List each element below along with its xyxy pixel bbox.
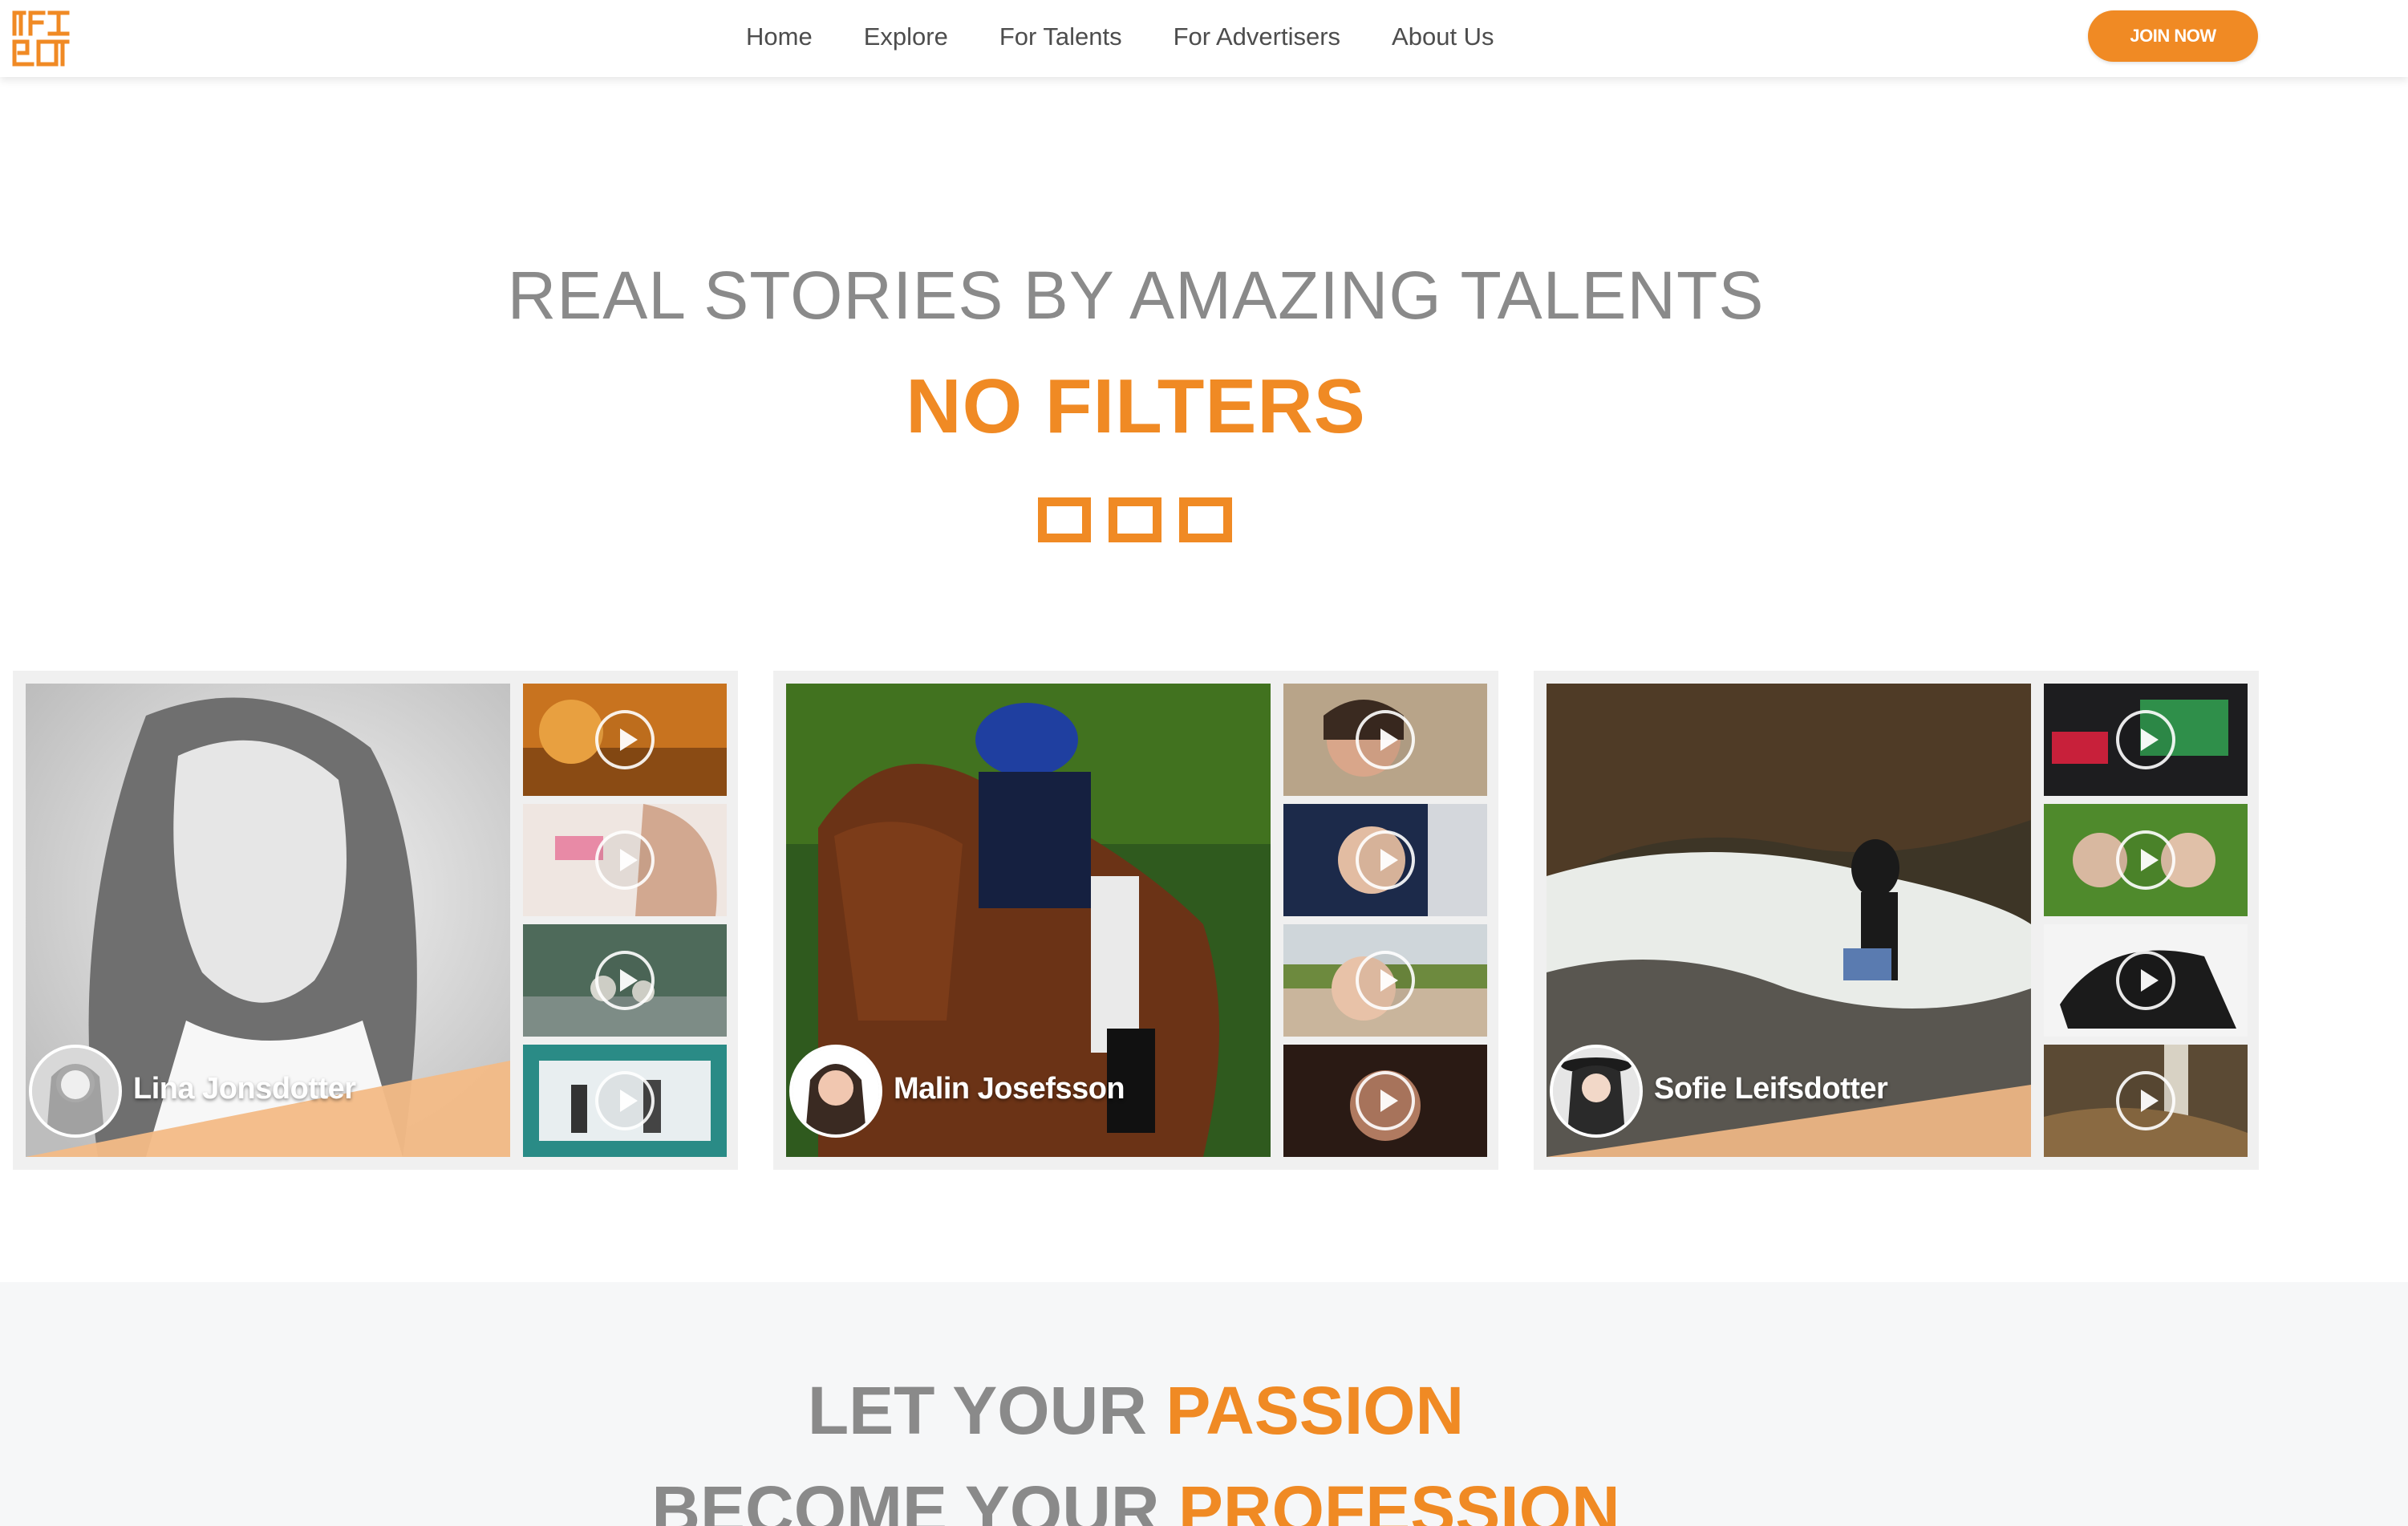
passion-section: LET YOUR PASSION BECOME YOUR PROFESSION: [0, 1282, 2408, 1526]
logo-icon[interactable]: [11, 10, 71, 67]
play-icon[interactable]: [2116, 951, 2175, 1010]
play-icon[interactable]: [2116, 710, 2175, 769]
talent-name[interactable]: Lina Jonsdotter: [133, 1072, 356, 1106]
talent-card[interactable]: Malin Josefsson: [773, 671, 1498, 1170]
nav-explore[interactable]: Explore: [864, 22, 948, 51]
video-thumbnail[interactable]: [2044, 804, 2248, 916]
video-thumbnail[interactable]: [523, 924, 727, 1037]
video-thumbnails: [1283, 684, 1487, 1165]
hero-title: REAL STORIES BY AMAZING TALENTS: [507, 258, 1765, 333]
passion-prefix: LET YOUR: [807, 1373, 1166, 1448]
play-icon[interactable]: [1356, 830, 1415, 890]
square-icon: [1038, 497, 1091, 542]
talent-card[interactable]: Lina Jonsdotter: [13, 671, 738, 1170]
nav-for-advertisers[interactable]: For Advertisers: [1174, 22, 1340, 51]
talent-name[interactable]: Sofie Leifsdotter: [1654, 1072, 1888, 1106]
play-icon[interactable]: [595, 710, 655, 769]
join-now-button[interactable]: JOIN NOW: [2088, 10, 2258, 62]
talent-card[interactable]: Sofie Leifsdotter: [1534, 671, 2259, 1170]
nav-home[interactable]: Home: [746, 22, 813, 51]
square-icon: [1179, 497, 1232, 542]
video-thumbnail[interactable]: [2044, 924, 2248, 1037]
passion-accent: PASSION: [1165, 1373, 1465, 1448]
play-icon[interactable]: [595, 951, 655, 1010]
play-icon[interactable]: [1356, 710, 1415, 769]
passion-heading-line1: LET YOUR PASSION: [0, 1372, 2272, 1450]
video-thumbnail[interactable]: [1283, 684, 1487, 796]
play-icon[interactable]: [1356, 951, 1415, 1010]
site-header: Home Explore For Talents For Advertisers…: [0, 0, 2408, 77]
video-thumbnail[interactable]: [523, 684, 727, 796]
square-icon: [1109, 497, 1161, 542]
video-thumbnail[interactable]: [523, 804, 727, 916]
talent-avatar[interactable]: [1550, 1045, 1643, 1138]
video-thumbnail[interactable]: [1283, 924, 1487, 1037]
video-thumbnails: [2044, 684, 2248, 1165]
video-thumbnail[interactable]: [523, 1045, 727, 1157]
nav-about-us[interactable]: About Us: [1392, 22, 1494, 51]
video-thumbnail[interactable]: [1283, 804, 1487, 916]
video-thumbnail[interactable]: [1283, 1045, 1487, 1157]
profession-prefix: BECOME YOUR: [651, 1472, 1178, 1526]
passion-heading-line2: BECOME YOUR PROFESSION: [0, 1471, 2272, 1526]
talent-name[interactable]: Malin Josefsson: [894, 1072, 1125, 1106]
play-icon[interactable]: [2116, 830, 2175, 890]
play-icon[interactable]: [595, 1071, 655, 1130]
video-thumbnails: [523, 684, 727, 1165]
nav-for-talents[interactable]: For Talents: [999, 22, 1122, 51]
video-thumbnail[interactable]: [2044, 1045, 2248, 1157]
play-icon[interactable]: [2116, 1071, 2175, 1130]
main-nav: Home Explore For Talents For Advertisers…: [746, 0, 1546, 74]
hero-subtitle: NO FILTERS: [906, 363, 1366, 449]
decorative-squares: [1038, 497, 1250, 542]
talent-avatar[interactable]: [29, 1045, 122, 1138]
profession-accent: PROFESSION: [1178, 1472, 1620, 1526]
play-icon[interactable]: [1356, 1071, 1415, 1130]
play-icon[interactable]: [595, 830, 655, 890]
talent-avatar[interactable]: [789, 1045, 882, 1138]
video-thumbnail[interactable]: [2044, 684, 2248, 796]
